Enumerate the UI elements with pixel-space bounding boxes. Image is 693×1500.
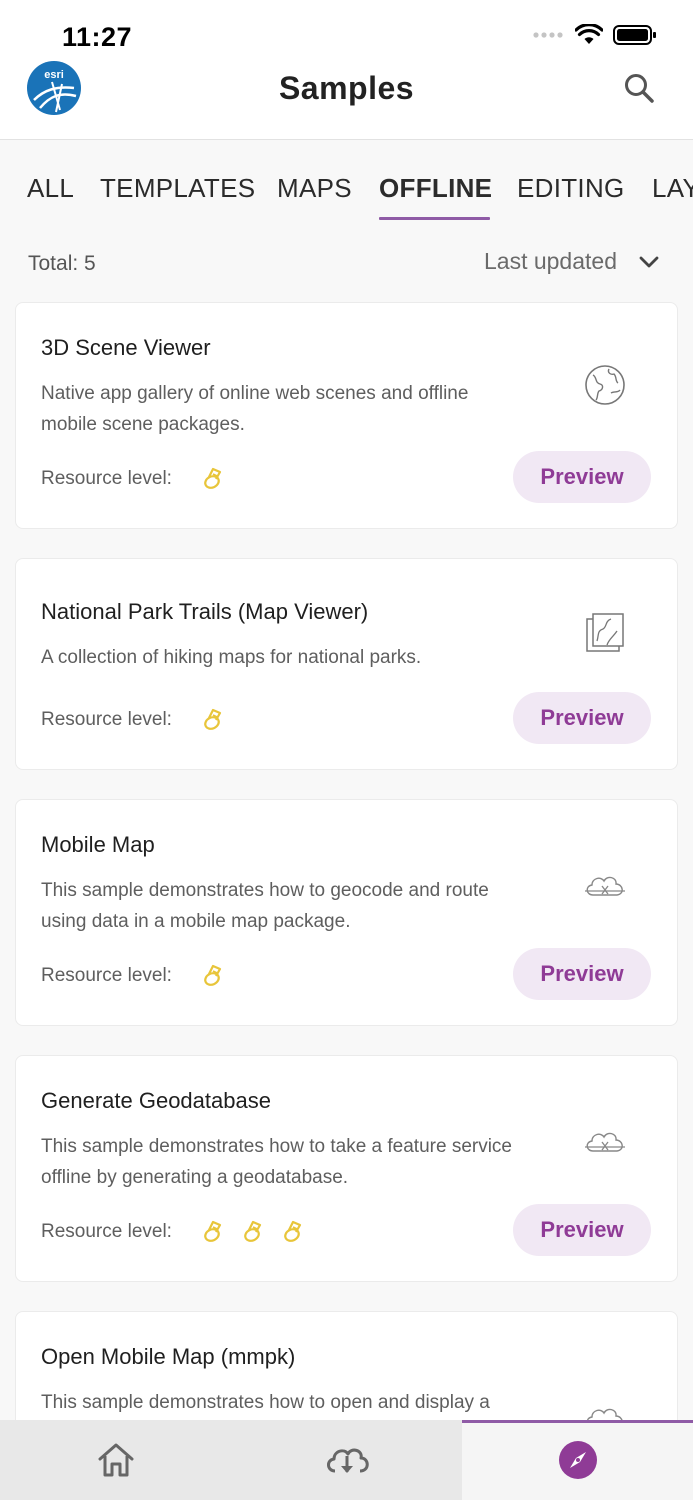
sample-card[interactable]: 3D Scene Viewer Native app gallery of on… xyxy=(15,302,678,529)
sort-dropdown[interactable]: Last updated xyxy=(484,248,659,275)
resource-level: Resource level: xyxy=(41,1219,306,1245)
card-title: Mobile Map xyxy=(41,832,155,857)
resource-coin-icon xyxy=(244,1220,262,1242)
resource-coin-icon xyxy=(204,964,222,986)
preview-button[interactable]: Preview xyxy=(513,451,651,503)
status-time: 11:27 xyxy=(62,22,133,52)
sample-card[interactable]: Generate Geodatabase This sample demonst… xyxy=(15,1055,678,1282)
resource-coins xyxy=(186,1219,306,1245)
preview-button[interactable]: Preview xyxy=(513,948,651,1000)
card-description: This sample demonstrates how to open and… xyxy=(41,1392,490,1413)
cloud-offline-icon xyxy=(583,1120,627,1164)
resource-label: Resource level: xyxy=(41,1221,172,1242)
card-description: Native app gallery of online web scenes … xyxy=(41,383,469,435)
card-title: 3D Scene Viewer xyxy=(41,335,211,360)
search-icon xyxy=(625,74,654,103)
resource-level: Resource level: xyxy=(41,963,226,989)
battery-icon xyxy=(613,25,656,45)
resource-label: Resource level: xyxy=(41,965,172,986)
resource-coin-icon xyxy=(284,1220,302,1242)
nav-home[interactable] xyxy=(0,1420,231,1500)
search-button[interactable] xyxy=(619,68,659,108)
resource-level: Resource level: xyxy=(41,466,226,492)
resource-label: Resource level: xyxy=(41,468,172,489)
tab-templates[interactable]: TEMPLATES xyxy=(100,173,255,204)
status-icons xyxy=(533,24,657,46)
cloud-offline-icon xyxy=(583,864,627,908)
total-count: Total: 5 xyxy=(28,252,96,275)
signal-icon xyxy=(533,32,563,38)
tab-all[interactable]: ALL xyxy=(27,173,74,204)
page-title: Samples xyxy=(278,70,415,106)
preview-button[interactable]: Preview xyxy=(513,692,651,744)
card-description: This sample demonstrates how to take a f… xyxy=(41,1136,513,1188)
home-icon xyxy=(98,1443,133,1477)
compass-icon xyxy=(558,1441,597,1479)
cloud-download-icon xyxy=(326,1448,369,1473)
card-title: Open Mobile Map (mmpk) xyxy=(41,1344,296,1369)
chevron-down-icon xyxy=(639,256,659,267)
wifi-icon xyxy=(575,24,603,44)
resource-label: Resource level: xyxy=(41,709,172,730)
active-tab-indicator xyxy=(379,217,490,220)
card-title: Generate Geodatabase xyxy=(41,1088,271,1113)
card-description: This sample demonstrates how to geocode … xyxy=(41,880,489,932)
map-icon xyxy=(583,611,627,655)
status-bar: 11:27 xyxy=(0,0,693,60)
globe-icon xyxy=(583,363,627,407)
category-tabs: ALL TEMPLATES MAPS OFFLINE EDITING LAY xyxy=(0,141,693,229)
bottom-nav xyxy=(0,1420,693,1500)
resource-coins xyxy=(186,466,226,492)
sample-card[interactable]: National Park Trails (Map Viewer) A coll… xyxy=(15,558,678,770)
app-header: esri Samples xyxy=(0,60,693,140)
card-description: A collection of hiking maps for national… xyxy=(41,647,422,668)
resource-coin-icon xyxy=(204,1220,222,1242)
sort-label: Last updated xyxy=(483,248,617,274)
resource-coin-icon xyxy=(204,708,222,730)
tab-maps[interactable]: MAPS xyxy=(277,173,352,204)
tab-layers[interactable]: LAY xyxy=(652,173,693,204)
preview-button[interactable]: Preview xyxy=(513,1204,651,1256)
resource-coins xyxy=(186,963,226,989)
card-title: National Park Trails (Map Viewer) xyxy=(41,599,369,624)
resource-coin-icon xyxy=(204,467,222,489)
list-meta: Total: 5 Last updated xyxy=(0,240,693,290)
nav-downloads[interactable] xyxy=(231,1420,462,1500)
nav-explore[interactable] xyxy=(462,1420,693,1500)
tab-offline[interactable]: OFFLINE xyxy=(379,173,492,204)
tab-editing[interactable]: EDITING xyxy=(517,173,625,204)
resource-level: Resource level: xyxy=(41,707,226,733)
sample-card[interactable]: Mobile Map This sample demonstrates how … xyxy=(15,799,678,1026)
resource-coins xyxy=(186,707,226,733)
